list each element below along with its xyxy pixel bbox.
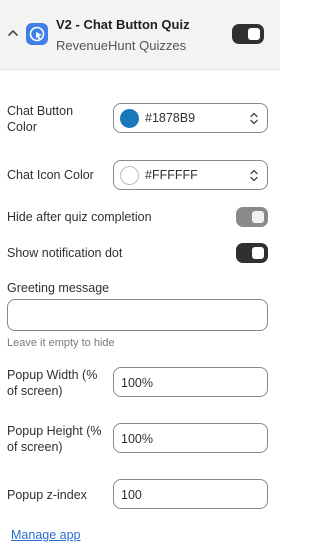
popup-width-label: Popup Width (% of screen) — [7, 368, 98, 398]
chat-button-color-label: Chat Button Color — [7, 104, 74, 134]
toggle-knob — [252, 247, 264, 259]
hide-after-completion-toggle[interactable] — [236, 207, 268, 227]
chat-cursor-icon — [29, 26, 45, 42]
chat-button-color-picker[interactable]: #1878B9 — [113, 103, 268, 133]
app-block-subtitle: RevenueHunt Quizzes — [56, 38, 187, 53]
greeting-message-label: Greeting message — [7, 281, 110, 295]
toggle-knob — [248, 28, 260, 40]
show-notification-dot-toggle[interactable] — [236, 243, 268, 263]
app-icon — [26, 23, 48, 45]
chat-icon-color-label: Chat Icon Color — [7, 168, 94, 182]
popup-height-value: 100% — [121, 432, 153, 446]
hide-after-completion-label: Hide after quiz completion — [7, 210, 152, 224]
popup-width-input[interactable]: 100% — [113, 367, 268, 397]
popup-width-value: 100% — [121, 376, 153, 390]
chevron-up-icon[interactable] — [7, 28, 19, 38]
toggle-knob — [252, 211, 264, 223]
app-block-header: V2 - Chat Button Quiz RevenueHunt Quizze… — [0, 0, 280, 70]
popup-z-index-input[interactable]: 100 — [113, 479, 268, 509]
chat-button-color-value: #1878B9 — [145, 111, 196, 125]
app-block-enable-toggle[interactable] — [232, 24, 264, 44]
popup-z-index-value: 100 — [121, 488, 142, 502]
select-arrows-icon — [250, 112, 258, 125]
greeting-message-help: Leave it empty to hide — [7, 337, 115, 349]
chat-icon-color-value: #FFFFFF — [145, 168, 198, 182]
color-swatch — [120, 166, 139, 185]
show-notification-dot-label: Show notification dot — [7, 246, 123, 260]
greeting-message-input[interactable] — [7, 299, 268, 331]
chat-icon-color-picker[interactable]: #FFFFFF — [113, 160, 268, 190]
color-swatch — [120, 109, 139, 128]
app-block-title: V2 - Chat Button Quiz — [56, 17, 190, 32]
popup-z-index-label: Popup z-index — [7, 488, 87, 502]
manage-app-link[interactable]: Manage app — [11, 528, 81, 542]
popup-height-label: Popup Height (% of screen) — [7, 424, 102, 454]
select-arrows-icon — [250, 169, 258, 182]
popup-height-input[interactable]: 100% — [113, 423, 268, 453]
